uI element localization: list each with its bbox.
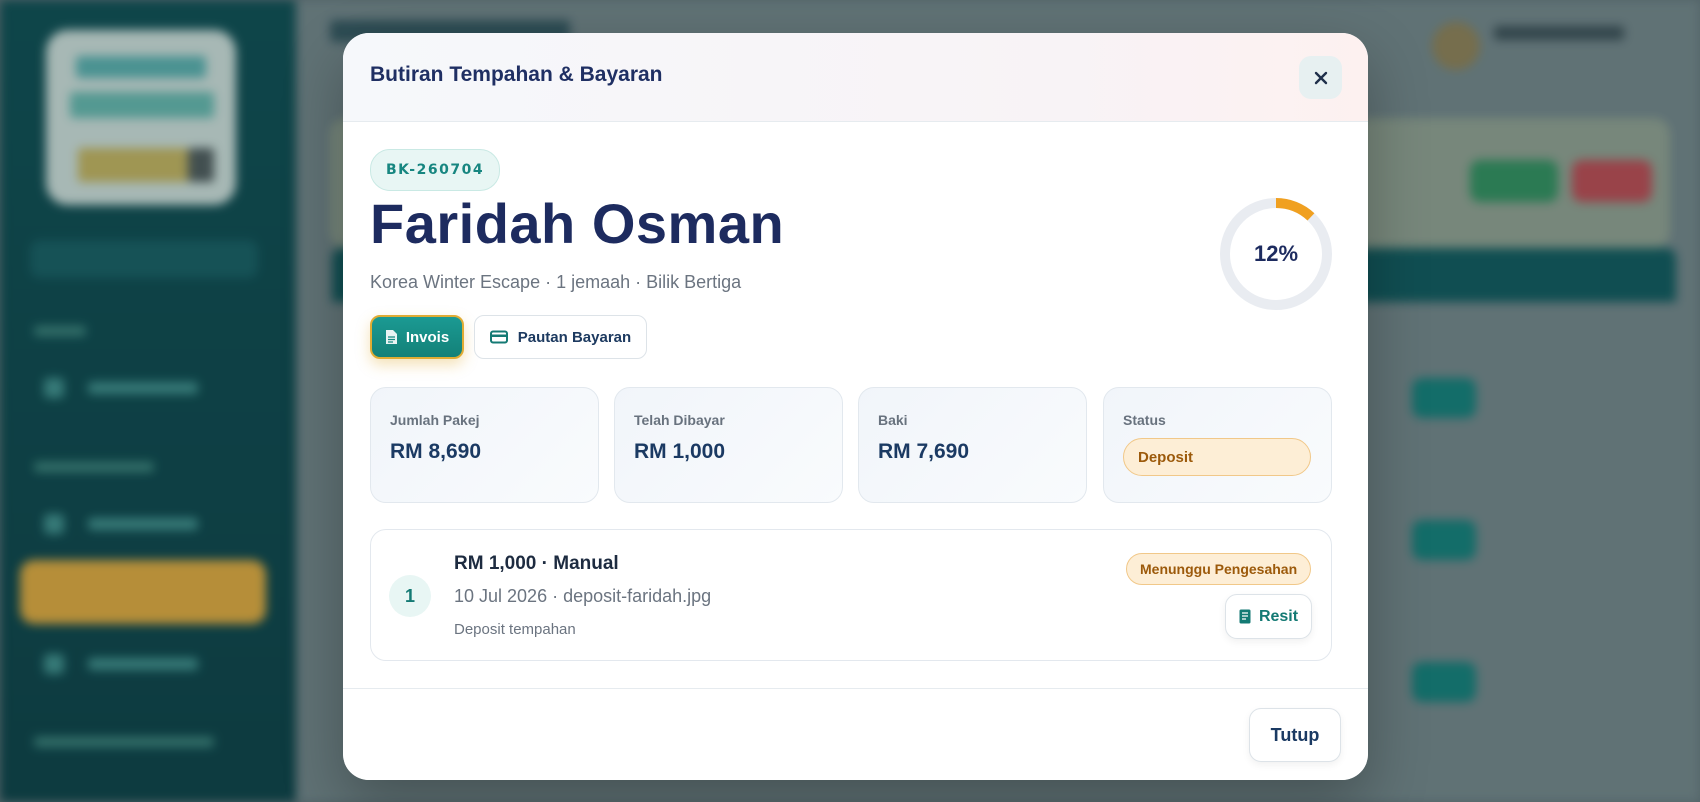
- stat-card-telah-dibayar: Telah Dibayar RM 1,000: [614, 387, 843, 503]
- stat-label: Status: [1123, 412, 1166, 428]
- payment-number: 1: [389, 575, 431, 617]
- resit-label: Resit: [1258, 607, 1299, 625]
- modal-title: Butiran Tempahan & Bayaran: [370, 63, 663, 86]
- stat-card-jumlah-pakej: Jumlah Pakej RM 8,690: [370, 387, 599, 503]
- progress-percent: 12%: [1253, 241, 1299, 266]
- booking-payment-modal: Butiran Tempahan & Bayaran BK-260704 Far…: [343, 33, 1368, 780]
- close-icon: [1314, 71, 1327, 84]
- pautan-label: Pautan Bayaran: [517, 328, 632, 346]
- close-button[interactable]: [1299, 56, 1342, 99]
- tutup-button[interactable]: Tutup: [1249, 708, 1341, 762]
- receipt-icon: [1239, 609, 1251, 624]
- stat-value: RM 8,690: [390, 440, 482, 463]
- stat-card-baki: Baki RM 7,690: [858, 387, 1087, 503]
- payment-list-item: 1 RM 1,000 · Manual 10 Jul 2026 · deposi…: [370, 529, 1332, 661]
- payment-title: RM 1,000 · Manual: [454, 553, 619, 574]
- payment-date-file: 10 Jul 2026 · deposit-faridah.jpg: [454, 586, 712, 606]
- document-icon: [385, 330, 397, 344]
- stat-label: Jumlah Pakej: [390, 412, 480, 428]
- pautan-bayaran-button[interactable]: Pautan Bayaran: [474, 315, 647, 359]
- modal-footer: Tutup: [343, 688, 1368, 780]
- payment-note: Deposit tempahan: [454, 621, 576, 638]
- modal-header: Butiran Tempahan & Bayaran: [343, 33, 1368, 122]
- invois-label: Invois: [405, 328, 450, 346]
- stat-label: Baki: [878, 412, 908, 428]
- invois-button[interactable]: Invois: [370, 315, 464, 359]
- resit-button[interactable]: Resit: [1225, 594, 1312, 639]
- stat-label: Telah Dibayar: [634, 412, 725, 428]
- booking-meta: Korea Winter Escape · 1 jemaah · Bilik B…: [370, 272, 742, 292]
- stat-value: RM 1,000: [634, 440, 726, 463]
- customer-name: Faridah Osman: [370, 192, 785, 255]
- stat-card-status: Status Deposit: [1103, 387, 1332, 503]
- credit-card-icon: [489, 330, 508, 344]
- status-badge: Deposit: [1123, 438, 1311, 476]
- stat-value: RM 7,690: [878, 440, 970, 463]
- payment-status-badge: Menunggu Pengesahan: [1126, 553, 1312, 585]
- booking-code-badge: BK-260704: [370, 149, 501, 191]
